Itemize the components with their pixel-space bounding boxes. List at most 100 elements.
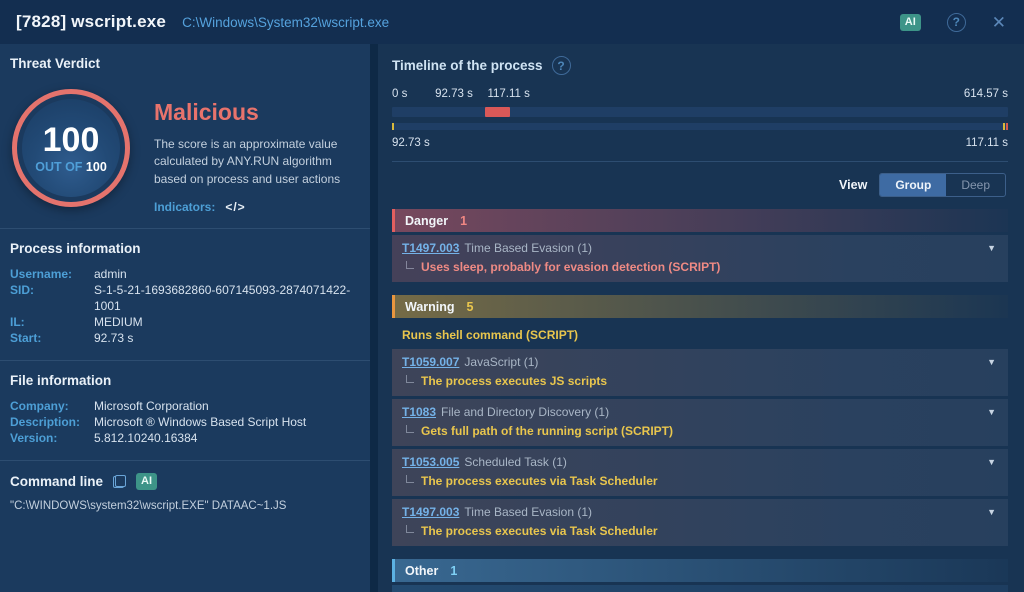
field-label: Company: [10, 398, 94, 414]
field-label: Description: [10, 414, 94, 430]
field-value: admin [94, 266, 127, 282]
ai-badge[interactable]: AI [900, 14, 921, 31]
group-count: 1 [460, 214, 467, 228]
field-value: 92.73 s [94, 330, 133, 346]
timeline-zoom-start: 92.73 s [392, 137, 430, 149]
signal-description: The process executes JS scripts [421, 373, 607, 389]
mitre-technique-link[interactable]: T1497.003 [402, 240, 459, 257]
timeline-event-marker[interactable] [1003, 123, 1005, 130]
group-title: Danger [405, 214, 448, 228]
mitre-technique-link[interactable]: T1059.007 [402, 354, 459, 371]
file-info-row: Description: Microsoft ® Windows Based S… [10, 414, 360, 430]
group-title: Warning [405, 300, 455, 314]
danger-group-header: Danger 1 [392, 209, 1008, 232]
command-line-section: Command line AI "C:\WINDOWS\system32\wsc… [0, 461, 370, 526]
technique-name: Scheduled Task (1) [464, 454, 567, 471]
process-information-heading: Process information [10, 241, 360, 256]
chevron-down-icon[interactable]: ▼ [985, 454, 998, 471]
timeline-label-start: 0 s [392, 88, 407, 100]
timeline-zoom-track[interactable] [392, 123, 1008, 130]
technique-row[interactable]: T1497.003 Time Based Evasion (1) ▼ Uses … [392, 235, 1008, 282]
timeline-title: Timeline of the process [392, 58, 543, 73]
field-value: MEDIUM [94, 314, 143, 330]
field-value: Microsoft ® Windows Based Script Host [94, 414, 306, 430]
threat-verdict-heading: Threat Verdict [10, 56, 360, 71]
technique-name: Time Based Evasion (1) [464, 240, 592, 257]
technique-row[interactable]: T1083 File and Directory Discovery (1) ▼… [392, 399, 1008, 446]
timeline-panel: Timeline of the process ? 0 s 92.73 s 11… [378, 44, 1024, 592]
group-view-button[interactable]: Group [880, 174, 946, 196]
view-label: View [839, 178, 867, 192]
file-info-row: Company: Microsoft Corporation [10, 398, 360, 414]
chevron-down-icon[interactable]: ▼ [985, 504, 998, 521]
ai-badge[interactable]: AI [136, 473, 157, 490]
deep-view-button[interactable]: Deep [946, 174, 1005, 196]
group-count: 1 [450, 564, 457, 578]
signal-description: The process executes via Task Scheduler [421, 523, 658, 539]
field-label: Version: [10, 430, 94, 446]
field-label: Username: [10, 266, 94, 282]
process-info-row: Username: admin [10, 266, 360, 282]
warning-group-header: Warning 5 [392, 295, 1008, 318]
process-path[interactable]: C:\Windows\System32\wscript.exe [182, 15, 389, 30]
timeline-help-icon[interactable]: ? [552, 56, 571, 75]
warning-group: Warning 5 Runs shell command (SCRIPT) T1… [392, 295, 1008, 546]
chevron-down-icon[interactable]: ▼ [985, 354, 998, 371]
other-group-header: Other 1 [392, 559, 1008, 582]
technique-row[interactable]: T1059.007 JavaScript (1) ▼ The process e… [392, 349, 1008, 396]
signal-row[interactable]: Runs shell command (SCRIPT) [392, 321, 1008, 349]
command-line-heading: Command line [10, 474, 103, 489]
details-panel: Threat Verdict 100 OUT OF 100 Malicious … [0, 44, 370, 592]
field-value: Microsoft Corporation [94, 398, 209, 414]
timeline-divider [392, 161, 1008, 162]
other-group: Other 1 Self-termination (SCRIPT) [392, 559, 1008, 592]
signal-description: Uses sleep, probably for evasion detecti… [421, 259, 720, 275]
technique-row[interactable]: T1497.003 Time Based Evasion (1) ▼ The p… [392, 499, 1008, 546]
verdict-description: The score is an approximate value calcul… [154, 136, 362, 188]
chevron-down-icon[interactable]: ▼ [985, 240, 998, 257]
technique-name: File and Directory Discovery (1) [441, 404, 609, 421]
timeline-top-labels: 0 s 92.73 s 117.11 s 614.57 s [392, 88, 1008, 102]
timeline-overview-track[interactable] [392, 107, 1008, 117]
timeline-event-marker[interactable] [1006, 123, 1008, 130]
group-count: 5 [467, 300, 474, 314]
signal-description: The process executes via Task Scheduler [421, 473, 658, 489]
signal-description: Gets full path of the running script (SC… [421, 423, 673, 439]
help-icon[interactable]: ? [947, 13, 966, 32]
field-label: Start: [10, 330, 94, 346]
process-information-section: Process information Username: admin SID:… [0, 229, 370, 360]
code-indicator-icon[interactable]: </> [225, 200, 245, 214]
view-mode-switch: Group Deep [879, 173, 1006, 197]
copy-icon[interactable] [113, 475, 126, 488]
chevron-down-icon[interactable]: ▼ [985, 404, 998, 421]
tree-elbow-icon [406, 475, 414, 483]
field-label: IL: [10, 314, 94, 330]
threat-score-value: 100 [43, 123, 100, 157]
danger-group: Danger 1 T1497.003 Time Based Evasion (1… [392, 209, 1008, 282]
process-title: [7828] wscript.exe [16, 12, 166, 32]
timeline-event-marker[interactable] [392, 123, 394, 130]
tree-elbow-icon [406, 261, 414, 269]
file-info-row: Version: 5.812.10240.16384 [10, 430, 360, 446]
close-icon[interactable]: ✕ [992, 14, 1006, 31]
technique-name: Time Based Evasion (1) [464, 504, 592, 521]
mitre-technique-link[interactable]: T1083 [402, 404, 436, 421]
technique-row[interactable]: T1053.005 Scheduled Task (1) ▼ The proce… [392, 449, 1008, 496]
process-info-row: SID: S-1-5-21-1693682860-607145093-28740… [10, 282, 360, 314]
verdict-label: Malicious [154, 99, 362, 126]
mitre-technique-link[interactable]: T1497.003 [402, 504, 459, 521]
signal-row[interactable]: Self-termination (SCRIPT) [392, 585, 1008, 592]
score-out-of-label: OUT OF [35, 160, 82, 174]
score-out-of-value: 100 [86, 160, 107, 174]
timeline-label-total: 614.57 s [964, 88, 1008, 100]
mitre-technique-link[interactable]: T1053.005 [402, 454, 459, 471]
window-header: [7828] wscript.exe C:\Windows\System32\w… [0, 0, 1024, 44]
process-info-row: IL: MEDIUM [10, 314, 360, 330]
field-value: S-1-5-21-1693682860-607145093-2874071422… [94, 282, 360, 314]
timeline-label-sel-end: 117.11 s [487, 88, 529, 100]
tree-elbow-icon [406, 375, 414, 383]
technique-name: JavaScript (1) [464, 354, 538, 371]
field-value: 5.812.10240.16384 [94, 430, 197, 446]
tree-elbow-icon [406, 525, 414, 533]
timeline-selection-handle[interactable] [485, 107, 510, 117]
